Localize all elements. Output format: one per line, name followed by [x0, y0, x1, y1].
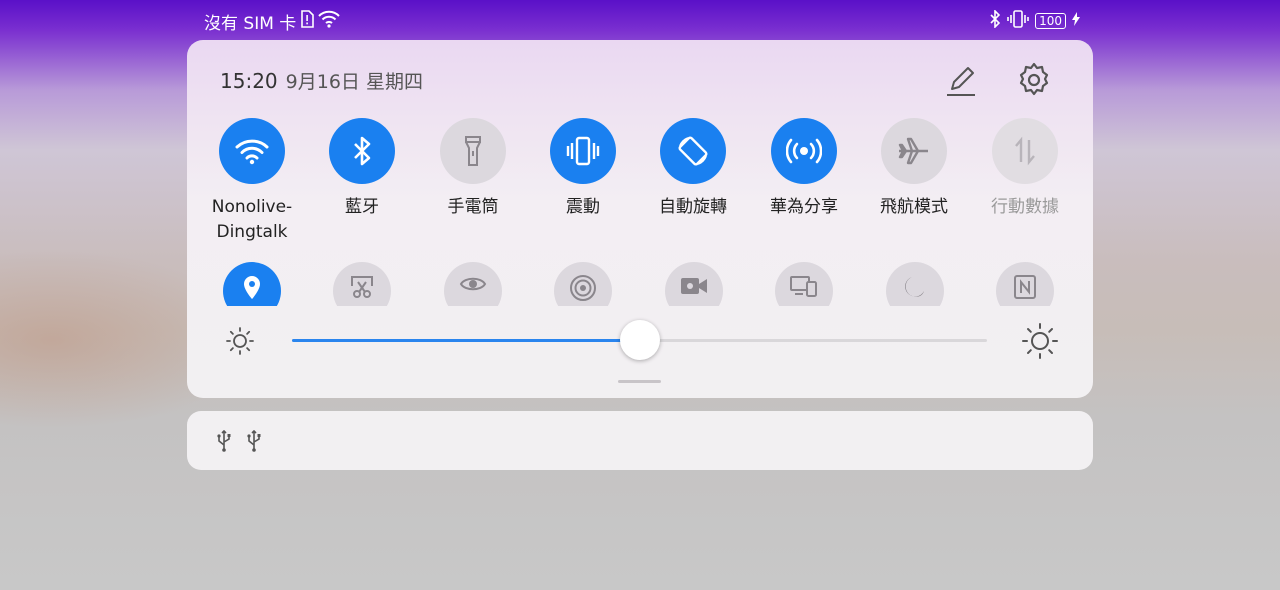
location-icon	[244, 276, 260, 299]
toggle-flashlight-circle[interactable]	[440, 118, 506, 184]
toggle-airplane-circle[interactable]	[881, 118, 947, 184]
date-text[interactable]: 9月16日 星期四	[286, 67, 423, 94]
usb-icon	[247, 430, 261, 452]
toggle-label: 行動數據	[991, 197, 1059, 217]
toggle-hotspot[interactable]	[554, 262, 612, 306]
brightness-thumb[interactable]	[619, 320, 660, 360]
mobile-data-icon	[1015, 136, 1035, 166]
quick-settings-panel: 15:20 9月16日 星期四 Nonolive- Dingtalk 藍牙 手電…	[187, 40, 1093, 398]
toggle-mobile-data[interactable]: 行動數據	[970, 118, 1080, 220]
toggle-auto-rotate-circle[interactable]	[660, 118, 726, 184]
toggle-bluetooth-circle[interactable]	[329, 118, 395, 184]
brightness-slider[interactable]	[187, 320, 1093, 360]
toggle-label: 藍牙	[345, 197, 379, 217]
date-time: 15:20 9月16日 星期四	[220, 67, 423, 94]
wifi-icon	[235, 139, 269, 165]
bluetooth-icon	[989, 9, 1001, 32]
airplane-icon	[898, 137, 928, 165]
toggle-label: 自動旋轉	[659, 197, 727, 217]
settings-button[interactable]	[1014, 60, 1054, 100]
vibrate-icon	[566, 136, 600, 166]
status-bar: 沒有 SIM 卡 100	[0, 0, 1280, 40]
toggle-airplane[interactable]: 飛航模式	[859, 118, 969, 220]
toggle-auto-rotate[interactable]: 自動旋轉	[638, 118, 748, 220]
moon-icon	[905, 277, 924, 297]
toggle-bluetooth[interactable]: 藍牙	[307, 118, 417, 220]
toggle-do-not-disturb[interactable]	[886, 262, 944, 306]
usb-icon	[217, 430, 231, 452]
hotspot-icon	[570, 275, 596, 301]
brightness-fill	[292, 339, 640, 342]
carrier-text: 沒有 SIM 卡	[204, 14, 297, 34]
toggle-screenshot[interactable]	[333, 262, 391, 306]
multi-screen-icon	[790, 276, 817, 297]
notification-card[interactable]	[187, 411, 1093, 470]
toggle-location[interactable]	[223, 262, 281, 306]
bluetooth-icon	[354, 136, 371, 166]
toggle-wifi-circle[interactable]	[219, 118, 285, 184]
toggle-wifi[interactable]: Nonolive- Dingtalk	[197, 118, 307, 245]
toggle-label: 手電筒	[447, 197, 499, 217]
toggle-vibrate-circle[interactable]	[550, 118, 616, 184]
toggles-row-2	[187, 262, 1093, 306]
toggle-flashlight[interactable]: 手電筒	[418, 118, 528, 220]
brightness-high-icon	[1022, 323, 1058, 359]
toggle-label: 飛航模式	[880, 197, 948, 217]
toggle-huawei-share-circle[interactable]	[771, 118, 837, 184]
pencil-icon	[947, 67, 975, 96]
brightness-low-icon	[226, 327, 254, 355]
toggle-huawei-share[interactable]: 華為分享	[749, 118, 859, 220]
sim-alert-icon	[300, 10, 315, 33]
toggle-label: 華為分享	[770, 197, 838, 217]
huawei-share-icon	[786, 138, 822, 164]
toggle-nfc[interactable]	[996, 262, 1054, 306]
toggle-eye-comfort[interactable]	[444, 262, 502, 306]
wifi-icon	[318, 10, 340, 33]
toggle-label: 震動	[566, 197, 600, 217]
toggle-mobile-data-circle[interactable]	[992, 118, 1058, 184]
eye-comfort-icon	[459, 277, 487, 291]
toggle-vibrate[interactable]: 震動	[528, 118, 638, 220]
screenshot-icon	[351, 276, 373, 298]
nfc-icon	[1014, 275, 1036, 299]
auto-rotate-icon	[678, 136, 708, 166]
toggle-multi-screen[interactable]	[775, 262, 833, 306]
flashlight-icon	[465, 136, 481, 166]
clock-time[interactable]: 15:20	[220, 69, 278, 93]
toggle-screen-record[interactable]	[665, 262, 723, 306]
panel-drag-handle[interactable]	[618, 380, 661, 383]
gear-icon	[1019, 62, 1049, 96]
status-right: 100	[989, 9, 1080, 32]
status-left: 沒有 SIM 卡	[204, 9, 340, 34]
vibrate-icon	[1007, 10, 1029, 32]
edit-button[interactable]	[941, 60, 981, 100]
toggle-label: Nonolive- Dingtalk	[211, 197, 293, 242]
battery-icon: 100	[1035, 13, 1066, 29]
screen-record-icon	[681, 278, 707, 294]
charging-icon	[1072, 12, 1080, 30]
